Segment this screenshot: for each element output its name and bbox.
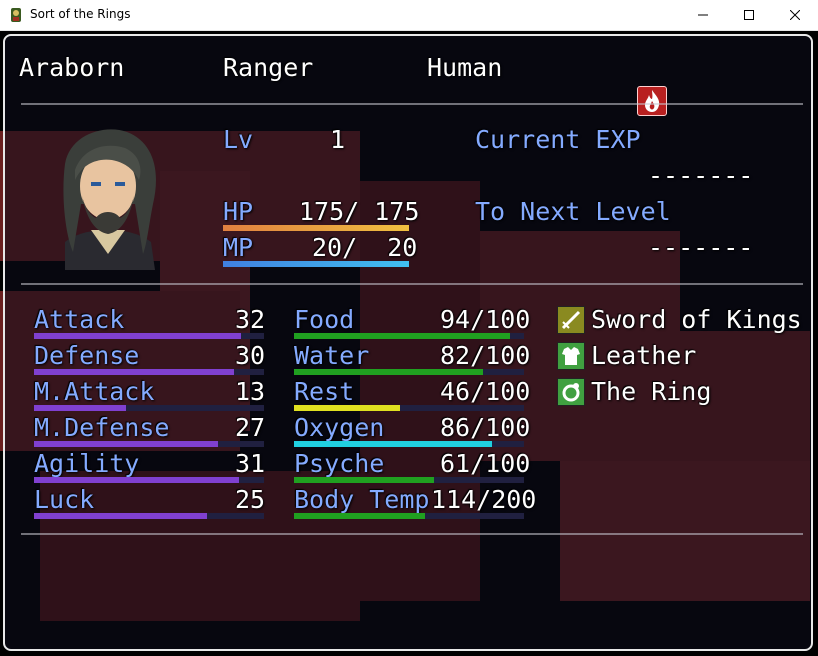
need-value: 61/100 [440, 449, 531, 478]
param-label: Agility [34, 449, 140, 478]
equipment-name: Leather [591, 341, 697, 370]
actor-portrait [63, 129, 156, 270]
current-exp-value: ------- [648, 161, 754, 190]
current-exp-label: Current EXP [475, 125, 641, 154]
need-label: Water [294, 341, 370, 370]
next-level-label: To Next Level [475, 197, 671, 226]
need-gauge [294, 369, 524, 375]
mp-label: MP [223, 233, 254, 262]
param-label: M.Attack [34, 377, 155, 406]
param-label: Defense [34, 341, 140, 370]
param-label: Luck [34, 485, 95, 514]
param-gauge-fill [34, 333, 241, 339]
need-label: Food [294, 305, 355, 334]
param-value: 32 [235, 305, 266, 334]
need-gauge [294, 405, 524, 411]
level-value: 1 [330, 125, 346, 154]
divider [21, 103, 803, 105]
need-value: 114/200 [431, 485, 537, 514]
param-gauge [34, 441, 264, 447]
param-value: 13 [235, 377, 266, 406]
param-gauge-fill [34, 369, 235, 375]
game-screen: Araborn Ranger Human Lv 1 HP 175/ 175 MP… [0, 31, 818, 656]
actor-name: Araborn [19, 53, 125, 82]
need-gauge [294, 513, 524, 519]
equipment-name: Sword of Kings [591, 305, 802, 334]
mp-gauge [223, 261, 409, 267]
need-label: Oxygen [294, 413, 385, 442]
param-gauge [34, 477, 264, 483]
param-label: Attack [34, 305, 125, 334]
app-icon [11, 8, 21, 22]
ring-icon [557, 378, 585, 406]
param-gauge [34, 513, 264, 519]
need-gauge [294, 441, 524, 447]
armor-icon [557, 342, 585, 370]
actor-race: Human [427, 53, 503, 82]
need-gauge-fill [294, 477, 435, 483]
param-value: 30 [235, 341, 266, 370]
param-label: M.Defense [34, 413, 170, 442]
param-gauge-fill [34, 477, 239, 483]
param-value: 25 [235, 485, 266, 514]
close-icon [790, 10, 800, 20]
param-gauge-fill [34, 513, 207, 519]
need-label: Rest [294, 377, 355, 406]
mp-gauge-fill [223, 261, 409, 267]
need-gauge [294, 477, 524, 483]
param-value: 31 [235, 449, 266, 478]
need-value: 82/100 [440, 341, 531, 370]
window-title: Sort of the Rings [30, 7, 131, 21]
hp-gauge-fill [223, 225, 409, 231]
need-label: Body Temp [294, 485, 430, 514]
need-gauge-fill [294, 405, 400, 411]
need-value: 86/100 [440, 413, 531, 442]
minimize-icon [698, 14, 708, 16]
need-value: 94/100 [440, 305, 531, 334]
mp-value: 20/ 20 [312, 233, 418, 262]
maximize-icon [744, 10, 754, 20]
level-label: Lv [223, 125, 254, 154]
status-window: Araborn Ranger Human Lv 1 HP 175/ 175 MP… [3, 34, 813, 651]
param-gauge [34, 405, 264, 411]
param-gauge-fill [34, 405, 126, 411]
param-value: 27 [235, 413, 266, 442]
need-gauge [294, 333, 524, 339]
hp-gauge [223, 225, 409, 231]
equipment-name: The Ring [591, 377, 712, 406]
need-value: 46/100 [440, 377, 531, 406]
need-gauge-fill [294, 441, 492, 447]
actor-class: Ranger [223, 53, 314, 82]
divider [21, 283, 803, 285]
hp-label: HP [223, 197, 254, 226]
need-gauge-fill [294, 513, 426, 519]
maximize-button[interactable] [726, 0, 772, 30]
hp-value: 175/ 175 [299, 197, 420, 226]
divider [21, 533, 803, 535]
need-label: Psyche [294, 449, 385, 478]
title-bar: Sort of the Rings [0, 0, 818, 31]
fire-icon [637, 86, 667, 116]
param-gauge [34, 369, 264, 375]
need-gauge-fill [294, 333, 511, 339]
param-gauge-fill [34, 441, 218, 447]
close-button[interactable] [772, 0, 818, 30]
minimize-button[interactable] [680, 0, 726, 30]
next-level-value: ------- [648, 233, 754, 262]
need-gauge-fill [294, 369, 483, 375]
param-gauge [34, 333, 264, 339]
sword-icon [557, 306, 585, 334]
